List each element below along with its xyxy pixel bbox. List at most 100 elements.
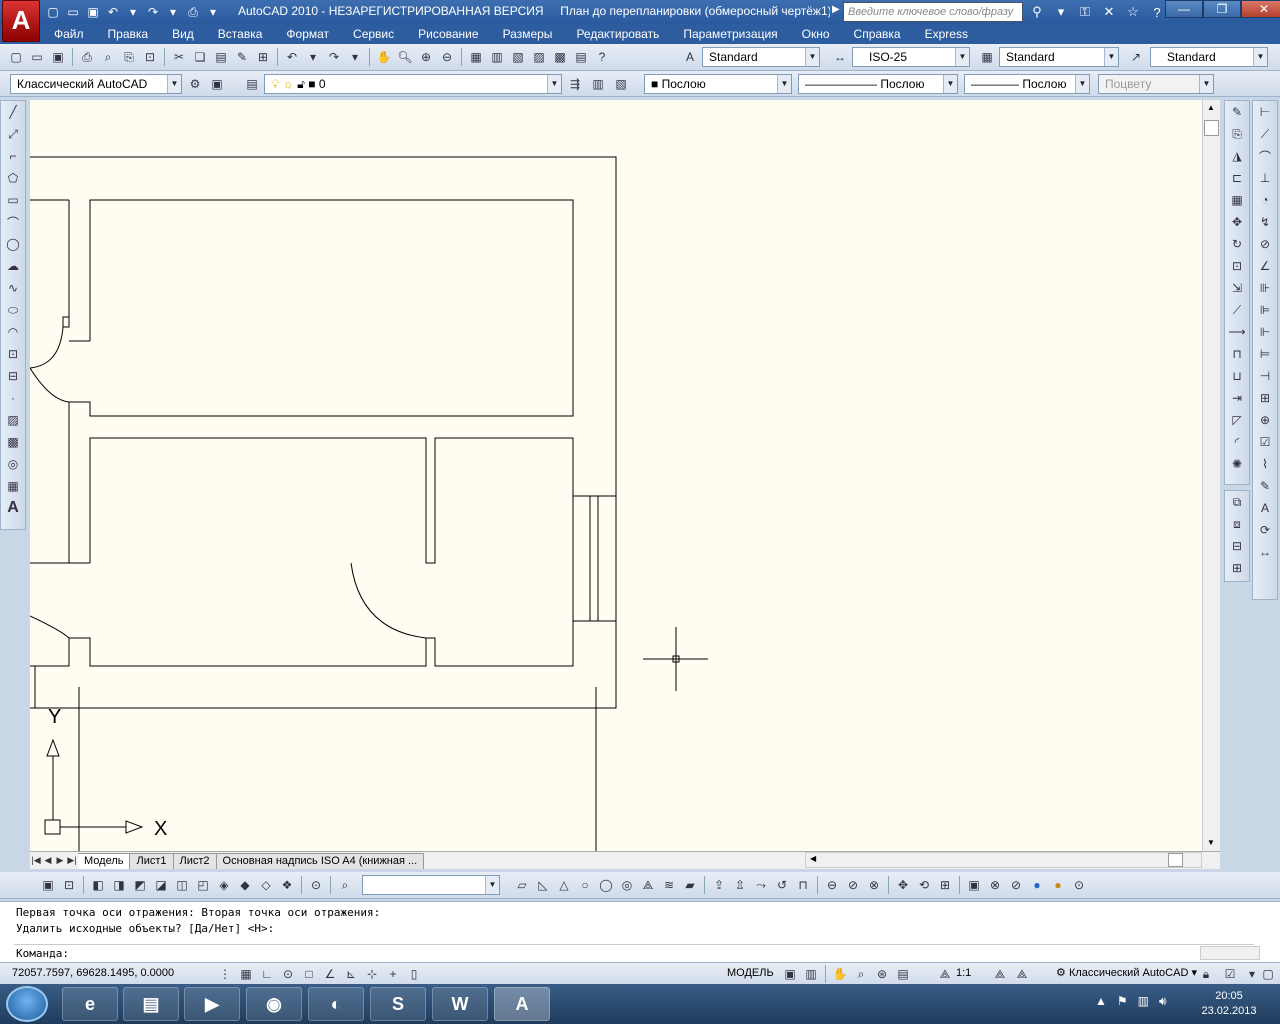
text-style-icon[interactable]: A (680, 47, 700, 67)
publish-icon[interactable]: ⎘ (119, 47, 139, 67)
multiline-text-icon[interactable]: A (2, 497, 24, 519)
dropdown-icon[interactable]: ▾ (1050, 2, 1072, 22)
angular-icon[interactable]: ∠ (1254, 255, 1276, 277)
dim-style-icon[interactable]: ↔ (830, 47, 850, 67)
chevron-down-icon[interactable]: ▼ (943, 75, 957, 93)
tool-palettes-icon[interactable]: ▧ (508, 47, 528, 67)
3d-move-icon[interactable]: ✥ (893, 875, 913, 895)
workspace-combo[interactable]: Классический AutoCAD ▼ (10, 74, 182, 94)
star-icon[interactable]: ☆ (1122, 2, 1144, 22)
torus-icon[interactable]: ◎ (617, 875, 637, 895)
hatch-icon[interactable]: ▨ (2, 409, 24, 431)
chevron-down-icon[interactable]: ▼ (777, 75, 791, 93)
lock-icon[interactable]: 🔒︎ (1196, 964, 1216, 984)
chevron-down-icon[interactable]: ▼ (167, 75, 181, 93)
table-icon[interactable]: ▦ (2, 475, 24, 497)
polar-icon[interactable]: ⊙ (278, 964, 298, 984)
model-space-button[interactable]: МОДЕЛЬ (727, 967, 774, 979)
ducs-icon[interactable]: ⊾ (341, 964, 361, 984)
command-scrollbar[interactable] (1200, 946, 1260, 960)
chevron-down-icon[interactable]: ▼ (1199, 75, 1213, 93)
lineweight-combo[interactable]: ———— Послою ▼ (964, 74, 1090, 94)
tolerance-icon[interactable]: ⊞ (1254, 387, 1276, 409)
menu-edit[interactable]: Правка (96, 24, 161, 44)
wireframe-2d-icon[interactable]: ⊗ (985, 875, 1005, 895)
dropdown-icon[interactable]: ▾ (204, 3, 222, 21)
circle-icon[interactable]: ◯ (2, 233, 24, 255)
chevron-down-icon[interactable]: ▼ (547, 75, 561, 93)
layer-state-icon[interactable]: ▧ (611, 74, 631, 94)
line-icon[interactable]: ╱ (2, 101, 24, 123)
cylinder-icon[interactable]: ◯ (596, 875, 616, 895)
zoom-realtime-icon[interactable]: 🔍︎ (395, 47, 415, 67)
autocad-logo-icon[interactable]: A (2, 0, 40, 42)
publish-3d-icon[interactable]: ⊡ (140, 47, 160, 67)
snap-icon[interactable]: ⋮ (215, 964, 235, 984)
loft-icon[interactable]: ⊓ (793, 875, 813, 895)
cut-icon[interactable]: ✂ (169, 47, 189, 67)
open-file-icon[interactable]: ▭ (27, 47, 47, 67)
print-preview-icon[interactable]: ⌕ (98, 47, 118, 67)
dropdown-icon[interactable]: ▾ (303, 47, 323, 67)
menu-modify[interactable]: Редактировать (564, 24, 671, 44)
send-to-back-icon[interactable]: ⧈ (1226, 513, 1248, 535)
wireframe-3d-icon[interactable]: ⊘ (1006, 875, 1026, 895)
rotate-icon[interactable]: ↻ (1226, 233, 1248, 255)
new-file-icon[interactable]: ▢ (6, 47, 26, 67)
break-icon[interactable]: ⊔ (1226, 365, 1248, 387)
drawing-canvas[interactable]: Y X (29, 100, 1202, 851)
title-expand-icon[interactable]: ▶ (832, 4, 840, 15)
dim-style-icon[interactable]: ↔ (1254, 541, 1276, 563)
pan-icon[interactable]: ✋ (374, 47, 394, 67)
autocad-taskbar-icon[interactable]: A (494, 987, 550, 1021)
radius-icon[interactable]: ◔ (1254, 189, 1276, 211)
calculator-icon[interactable]: ▤ (571, 47, 591, 67)
print-icon[interactable]: ⎙ (77, 47, 97, 67)
helix-icon[interactable]: ≋ (659, 875, 679, 895)
zoom-previous-icon[interactable]: ⊖ (437, 47, 457, 67)
array-icon[interactable]: ▦ (1226, 189, 1248, 211)
help-icon[interactable]: ? (592, 47, 612, 67)
quick-view-drawings-icon[interactable]: ▥ (801, 964, 821, 984)
quick-view-layouts-icon[interactable]: ▣ (780, 964, 800, 984)
erase-icon[interactable]: ✎ (1226, 101, 1248, 123)
box-icon[interactable]: ▱ (512, 875, 532, 895)
dropdown-icon[interactable]: ▾ (345, 47, 365, 67)
polygon-icon[interactable]: ⬠ (2, 167, 24, 189)
open-file-icon[interactable]: ▭ (64, 3, 82, 21)
revolve-icon[interactable]: ↺ (772, 875, 792, 895)
extrude-icon[interactable]: ⇪ (709, 875, 729, 895)
scroll-up-icon[interactable]: ▲ (1207, 103, 1215, 112)
wedge-icon[interactable]: ◺ (533, 875, 553, 895)
chamfer-icon[interactable]: ◸ (1226, 409, 1248, 431)
linear-dimension-icon[interactable]: ⊢ (1254, 101, 1276, 123)
gradient-icon[interactable]: ▩ (2, 431, 24, 453)
grid-icon[interactable]: ▦ (236, 964, 256, 984)
jogged-icon[interactable]: ↯ (1254, 211, 1276, 233)
tray-expand-icon[interactable]: ▲ (1095, 994, 1107, 1009)
menu-format[interactable]: Формат (274, 24, 341, 44)
se-iso-icon[interactable]: ◆ (235, 875, 255, 895)
help-search-input[interactable]: Введите ключевое слово/фразу (843, 2, 1023, 22)
save-icon[interactable]: ▣ (84, 3, 102, 21)
spline-icon[interactable]: ∿ (2, 277, 24, 299)
text-style-combo[interactable]: Standard ▼ (702, 47, 820, 67)
scroll-down-icon[interactable]: ▼ (1207, 838, 1215, 847)
move-icon[interactable]: ✥ (1226, 211, 1248, 233)
chevron-down-icon[interactable]: ▼ (1253, 48, 1267, 66)
chevron-down-icon[interactable]: ▼ (955, 48, 969, 66)
sweep-icon[interactable]: ⤳ (751, 875, 771, 895)
dim-style-combo[interactable]: ISO-25 ▼ (852, 47, 970, 67)
menu-insert[interactable]: Вставка (206, 24, 275, 44)
sheet-set-icon[interactable]: ▨ (529, 47, 549, 67)
redo-icon[interactable]: ↷ (144, 3, 162, 21)
realistic-icon[interactable]: ● (1027, 875, 1047, 895)
bring-above-icon[interactable]: ⊟ (1226, 535, 1248, 557)
color-combo[interactable]: ■ Послою ▼ (644, 74, 792, 94)
conceptual-icon[interactable]: ● (1048, 875, 1068, 895)
break-at-point-icon[interactable]: ⊓ (1226, 343, 1248, 365)
zoom-window-icon[interactable]: ⊕ (416, 47, 436, 67)
menu-help[interactable]: Справка (842, 24, 913, 44)
print-icon[interactable]: ⎙ (184, 3, 202, 21)
dim-text-edit-icon[interactable]: A (1254, 497, 1276, 519)
